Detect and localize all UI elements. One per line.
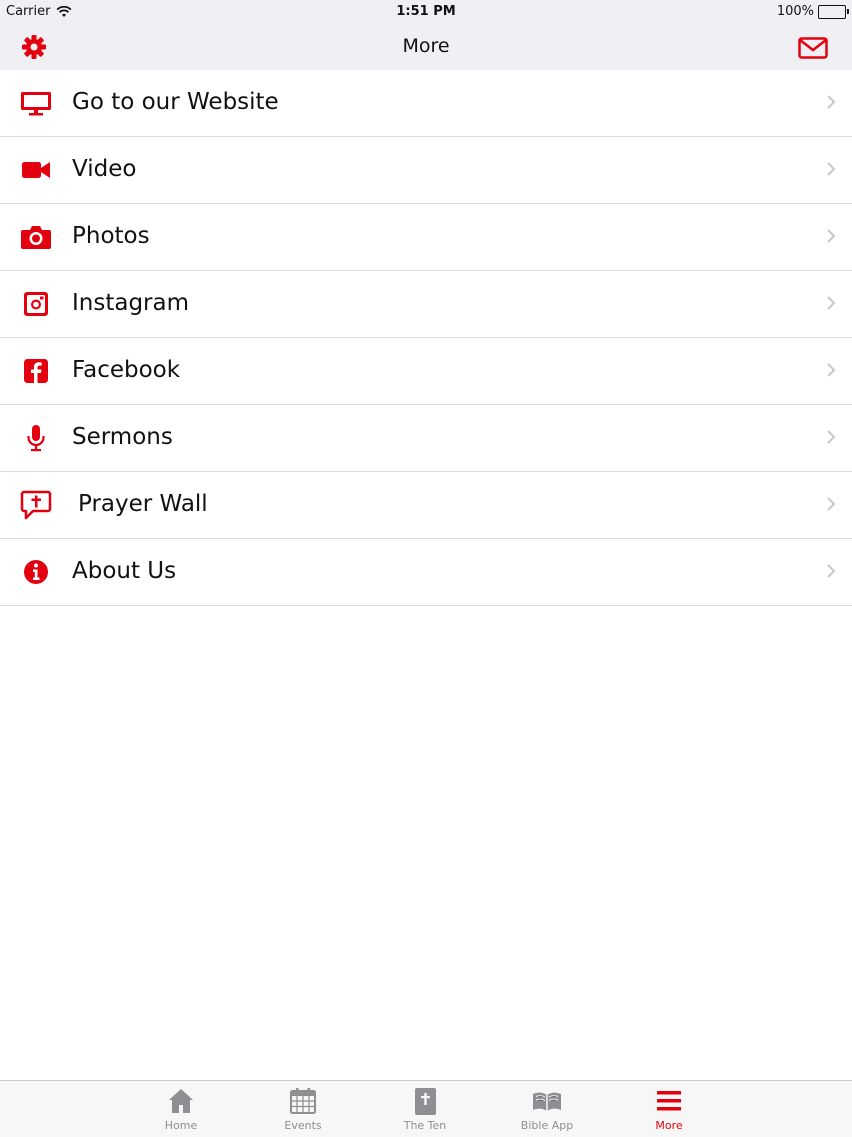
status-bar: Carrier 1:51 PM 100% (0, 0, 852, 24)
battery-icon (818, 4, 849, 19)
chevron-right-icon (827, 564, 836, 578)
chevron-right-icon (827, 363, 836, 377)
status-right: 100% (776, 4, 849, 19)
video-camera-icon (22, 162, 50, 178)
instagram-icon (24, 292, 48, 316)
home-icon (169, 1089, 193, 1113)
menu-item-label: Prayer Wall (78, 491, 208, 517)
calendar-icon (290, 1088, 316, 1114)
status-time: 1:51 PM (396, 4, 456, 19)
chevron-right-icon (827, 497, 836, 511)
menu-item-label: Go to our Website (72, 89, 279, 115)
tab-home[interactable]: Home (136, 1081, 226, 1137)
tab-bible-app[interactable]: Bible App (502, 1081, 592, 1137)
menu-icon (657, 1091, 681, 1111)
monitor-icon (21, 92, 51, 116)
menu-item-photos[interactable]: Photos (0, 204, 852, 271)
chevron-right-icon (827, 229, 836, 243)
menu-item-label: Instagram (72, 290, 190, 316)
tab-label: Events (284, 1119, 322, 1132)
menu-item-facebook[interactable]: Facebook (0, 338, 852, 405)
menu-item-website[interactable]: Go to our Website (0, 70, 852, 137)
bible-icon (415, 1088, 436, 1115)
menu-item-video[interactable]: Video (0, 137, 852, 204)
tab-more[interactable]: More (624, 1081, 714, 1137)
chevron-right-icon (827, 430, 836, 444)
tab-label: More (655, 1119, 683, 1132)
mail-icon[interactable] (798, 37, 828, 59)
battery-percent: 100% (776, 4, 814, 19)
page-title: More (402, 35, 450, 57)
menu-item-prayer-wall[interactable]: Prayer Wall (0, 472, 852, 539)
camera-icon (21, 226, 51, 249)
facebook-icon (24, 359, 48, 383)
tab-the-ten[interactable]: The Ten (380, 1081, 470, 1137)
microphone-icon (27, 425, 45, 452)
navigation-bar: More (0, 24, 852, 70)
menu-item-about-us[interactable]: About Us (0, 539, 852, 606)
open-book-icon (533, 1092, 561, 1111)
menu-item-label: Video (72, 156, 137, 182)
tab-events[interactable]: Events (258, 1081, 348, 1137)
prayer-bubble-icon (20, 490, 52, 520)
tab-label: Bible App (520, 1119, 574, 1132)
chevron-right-icon (827, 95, 836, 109)
menu-item-label: About Us (72, 558, 177, 584)
tab-label: Home (164, 1119, 198, 1132)
more-menu-list: Go to our Website Video Photos Instagram (0, 70, 852, 606)
chevron-right-icon (827, 162, 836, 176)
chevron-right-icon (827, 296, 836, 310)
menu-item-sermons[interactable]: Sermons (0, 405, 852, 472)
tab-bar: Home Events The Ten Bible App More (0, 1080, 852, 1137)
menu-item-instagram[interactable]: Instagram (0, 271, 852, 338)
menu-item-label: Photos (72, 223, 150, 249)
menu-item-label: Sermons (72, 424, 173, 450)
info-icon (24, 560, 48, 584)
menu-item-label: Facebook (72, 357, 181, 383)
tab-label: The Ten (403, 1119, 447, 1132)
